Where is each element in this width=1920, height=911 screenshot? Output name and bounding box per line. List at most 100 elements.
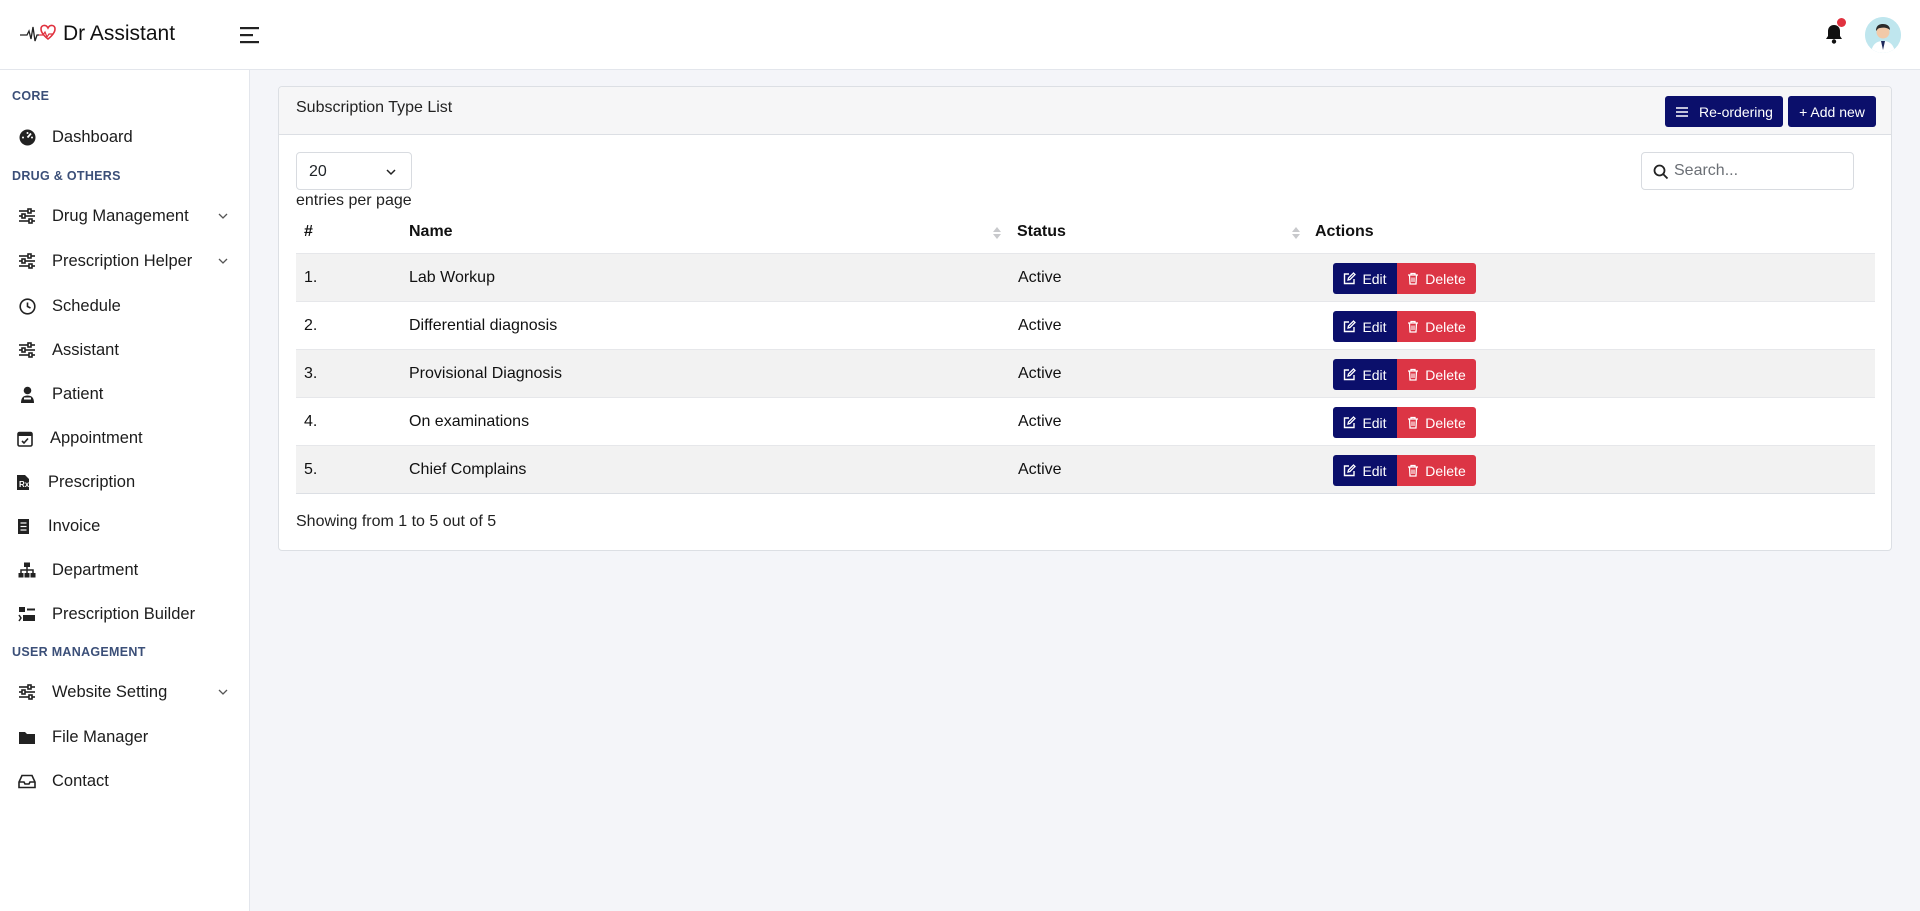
calendar-check-icon <box>16 429 34 447</box>
edit-label: Edit <box>1362 414 1387 431</box>
sidebar-section-drug-others: DRUG & OTHERS <box>12 169 121 183</box>
trash-icon <box>1408 464 1419 477</box>
column-header-actions: Actions <box>1315 223 1374 240</box>
edit-icon <box>1344 368 1357 381</box>
row-number: 1. <box>304 269 318 286</box>
sidebar-item-dashboard[interactable]: Dashboard <box>0 119 249 155</box>
brand[interactable]: Dr Assistant <box>20 18 175 50</box>
edit-button[interactable]: Edit <box>1333 359 1397 390</box>
sidebar-item-label: Prescription Helper <box>52 251 193 270</box>
row-name: Provisional Diagnosis <box>409 365 562 382</box>
edit-button[interactable]: Edit <box>1333 455 1397 486</box>
delete-label: Delete <box>1425 366 1466 383</box>
user-avatar[interactable] <box>1865 17 1901 53</box>
top-navbar: Dr Assistant <box>0 0 1920 70</box>
sidebar-item-label: Assistant <box>52 340 119 359</box>
sidebar-item-label: Drug Management <box>52 206 189 225</box>
folder-icon <box>18 728 36 746</box>
chevron-down-icon <box>218 213 228 219</box>
row-name: Chief Complains <box>409 461 527 478</box>
sidebar-item-department[interactable]: Department <box>0 552 249 588</box>
sidebar-section-user-management: USER MANAGEMENT <box>12 645 146 659</box>
row-name: On examinations <box>409 413 530 430</box>
sliders-icon <box>18 683 36 701</box>
table-row: 1. Lab Workup Active Edit Delete <box>296 253 1875 301</box>
row-status: Active <box>1018 413 1062 430</box>
receipt-icon <box>14 517 32 535</box>
sidebar-item-prescription[interactable]: Rx Prescription <box>0 464 249 500</box>
sidebar-item-website-setting[interactable]: Website Setting <box>0 674 249 710</box>
delete-label: Delete <box>1425 318 1466 335</box>
row-status: Active <box>1018 269 1062 286</box>
edit-icon <box>1344 416 1357 429</box>
sidebar-item-invoice[interactable]: Invoice <box>0 508 249 544</box>
table-row: 5. Chief Complains Active Edit Delete <box>296 445 1875 493</box>
sidebar: CORE Dashboard DRUG & OTHERS Drug Manage… <box>0 70 250 911</box>
list-icon <box>1676 106 1689 117</box>
column-header-name[interactable]: Name <box>409 223 453 241</box>
trash-icon <box>1408 368 1419 381</box>
column-header-status[interactable]: Status <box>1017 223 1066 241</box>
search-input[interactable] <box>1674 159 1850 183</box>
delete-button[interactable]: Delete <box>1397 359 1476 390</box>
edit-button[interactable]: Edit <box>1333 263 1397 294</box>
sidebar-item-patient[interactable]: Patient <box>0 376 249 412</box>
sort-icon[interactable] <box>992 224 1002 242</box>
delete-button[interactable]: Delete <box>1397 455 1476 486</box>
inbox-icon <box>18 772 36 790</box>
subscription-type-card: Subscription Type List Re-ordering + Add… <box>278 86 1892 551</box>
trash-icon <box>1408 272 1419 285</box>
chevron-down-icon <box>218 689 228 695</box>
table-row: 4. On examinations Active Edit Delete <box>296 397 1875 445</box>
row-status: Active <box>1018 461 1062 478</box>
trash-icon <box>1408 416 1419 429</box>
doctor-avatar-icon <box>1865 17 1901 53</box>
reordering-button[interactable]: Re-ordering <box>1665 96 1783 127</box>
brand-name: Dr Assistant <box>63 22 176 45</box>
sidebar-item-assistant[interactable]: Assistant <box>0 332 249 368</box>
delete-label: Delete <box>1425 414 1466 431</box>
builder-icon <box>18 605 36 623</box>
sidebar-item-prescription-helper[interactable]: Prescription Helper <box>0 243 249 279</box>
delete-button[interactable]: Delete <box>1397 407 1476 438</box>
sidebar-section-core: CORE <box>12 89 50 103</box>
sidebar-item-drug-management[interactable]: Drug Management <box>0 198 249 234</box>
delete-button[interactable]: Delete <box>1397 263 1476 294</box>
edit-button[interactable]: Edit <box>1333 311 1397 342</box>
sidebar-item-schedule[interactable]: Schedule <box>0 288 249 324</box>
edit-label: Edit <box>1362 318 1387 335</box>
sidebar-item-label: Patient <box>52 384 104 403</box>
sidebar-item-appointment[interactable]: Appointment <box>0 420 249 456</box>
row-number: 2. <box>304 317 318 334</box>
reordering-label: Re-ordering <box>1699 103 1773 120</box>
row-status: Active <box>1018 317 1062 334</box>
sort-icon[interactable] <box>1291 224 1301 242</box>
row-name: Lab Workup <box>409 269 495 286</box>
user-injured-icon <box>18 385 36 403</box>
search-box <box>1641 152 1854 190</box>
sidebar-item-label: Dashboard <box>52 127 133 146</box>
edit-button[interactable]: Edit <box>1333 407 1397 438</box>
trash-icon <box>1408 320 1419 333</box>
sidebar-item-file-manager[interactable]: File Manager <box>0 719 249 755</box>
menu-toggle-icon[interactable] <box>237 22 263 48</box>
entries-per-page-label: entries per page <box>296 192 412 209</box>
add-new-button[interactable]: + Add new <box>1788 96 1876 127</box>
svg-text:Rx: Rx <box>19 480 30 489</box>
delete-label: Delete <box>1425 462 1466 479</box>
sliders-icon <box>18 207 36 225</box>
delete-label: Delete <box>1425 270 1466 287</box>
clock-icon <box>18 297 36 315</box>
column-header-number: # <box>304 223 313 240</box>
row-name: Differential diagnosis <box>409 317 558 334</box>
row-status: Active <box>1018 365 1062 382</box>
sidebar-item-prescription-builder[interactable]: Prescription Builder <box>0 596 249 632</box>
pagination-info: Showing from 1 to 5 out of 5 <box>296 513 497 530</box>
sidebar-item-label: Schedule <box>52 296 121 315</box>
entries-per-page-select[interactable]: 20 <box>296 152 412 190</box>
sidebar-item-contact[interactable]: Contact <box>0 763 249 799</box>
delete-button[interactable]: Delete <box>1397 311 1476 342</box>
notification-badge <box>1837 18 1846 27</box>
file-prescription-icon: Rx <box>14 473 32 491</box>
edit-icon <box>1344 272 1357 285</box>
